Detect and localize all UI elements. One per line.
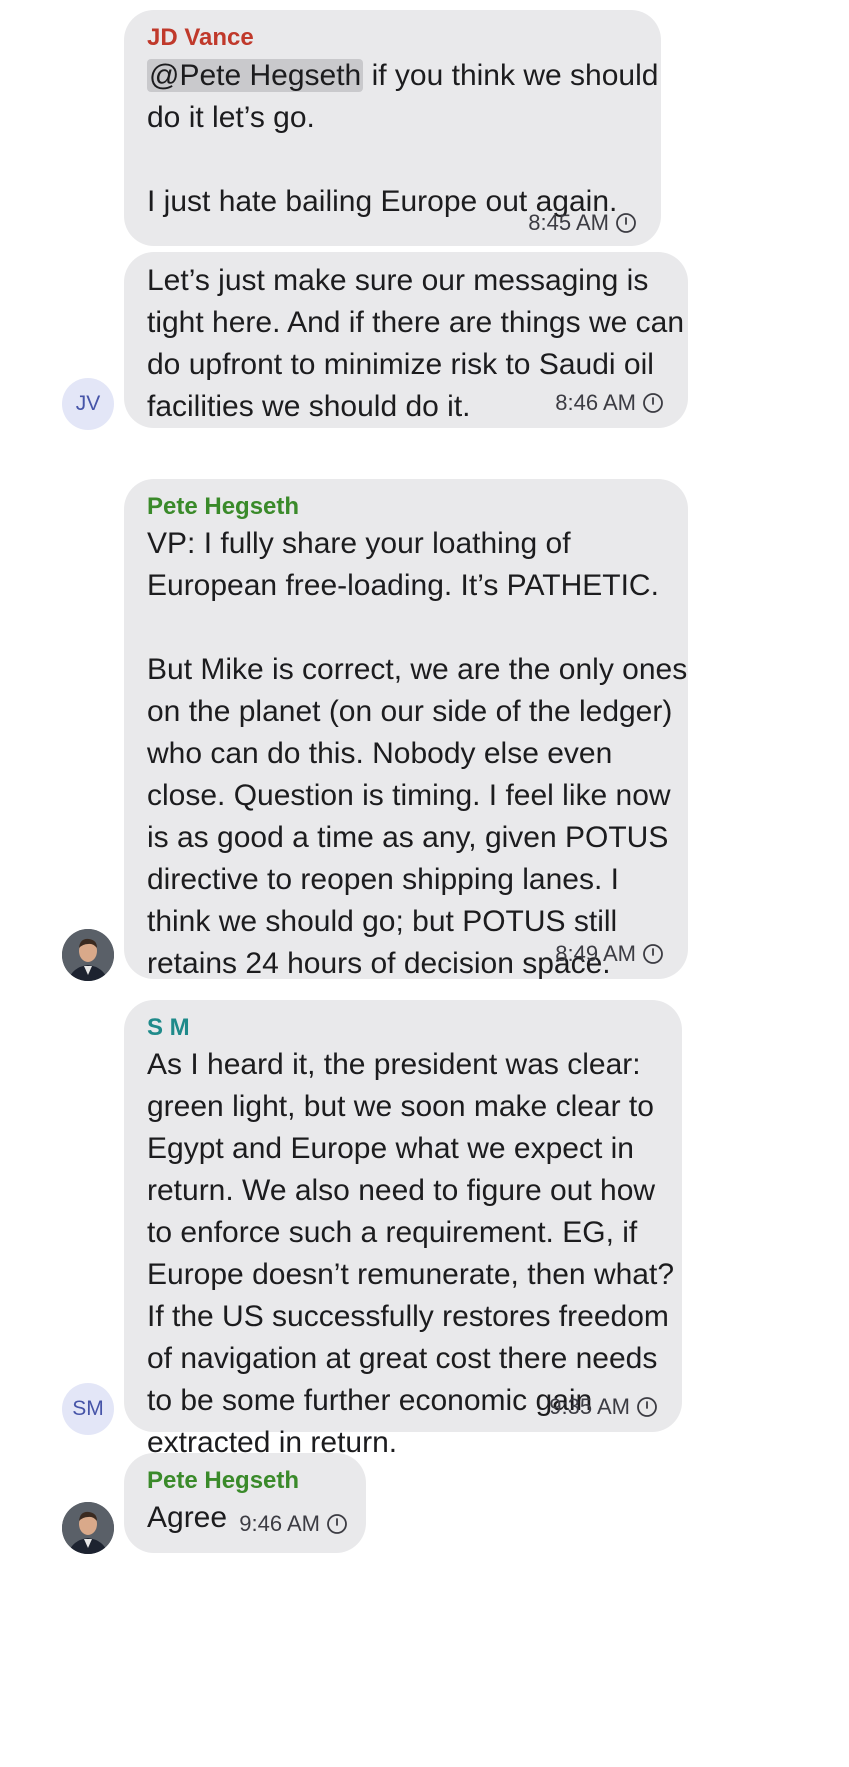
sender-name: Pete Hegseth xyxy=(147,493,300,520)
profile-photo-icon xyxy=(62,929,114,981)
avatar[interactable]: JV xyxy=(62,378,114,430)
timestamp-text: 8:49 AM xyxy=(555,941,636,966)
timestamp: 8:45 AM xyxy=(528,210,637,236)
timestamp-text: 8:45 AM xyxy=(528,210,609,235)
sender-name: JD Vance xyxy=(147,24,254,51)
message-bubble[interactable]: JD Vance @Pete Hegseth if you think we s… xyxy=(124,10,661,246)
message-text: Agree xyxy=(147,1501,228,1534)
avatar[interactable] xyxy=(62,1502,114,1554)
timestamp-text: 8:46 AM xyxy=(555,390,636,415)
message-bubble[interactable]: Pete Hegseth VP: I fully share your loat… xyxy=(124,479,688,980)
clock-icon xyxy=(616,213,636,233)
timestamp: 8:49 AM xyxy=(555,941,664,967)
clock-icon xyxy=(327,1514,347,1534)
timestamp: 9:35 AM xyxy=(549,1394,658,1420)
message-bubble[interactable]: Pete Hegseth Agree 9:46 AM xyxy=(124,1453,366,1553)
mention[interactable]: @Pete Hegseth xyxy=(147,59,364,92)
avatar[interactable] xyxy=(62,929,114,981)
timestamp: 8:46 AM xyxy=(555,390,664,416)
clock-icon xyxy=(637,1397,657,1417)
profile-photo-icon xyxy=(62,1502,114,1554)
clock-icon xyxy=(643,944,663,964)
sender-name: Pete Hegseth xyxy=(147,1467,300,1494)
clock-icon xyxy=(643,393,663,413)
avatar[interactable]: SM xyxy=(62,1383,114,1435)
sender-name: S M xyxy=(147,1014,190,1041)
message-text: VP: I fully share your loathing of Europ… xyxy=(147,527,688,980)
message-bubble[interactable]: Let’s just make sure our messaging is ti… xyxy=(124,252,688,428)
timestamp: 9:46 AM xyxy=(239,1511,348,1537)
timestamp-text: 9:46 AM xyxy=(239,1511,320,1536)
message-text: @Pete Hegseth if you think we should do … xyxy=(147,55,658,223)
message-bubble[interactable]: S M As I heard it, the president was cle… xyxy=(124,1000,682,1459)
timestamp-text: 9:35 AM xyxy=(549,1394,630,1419)
